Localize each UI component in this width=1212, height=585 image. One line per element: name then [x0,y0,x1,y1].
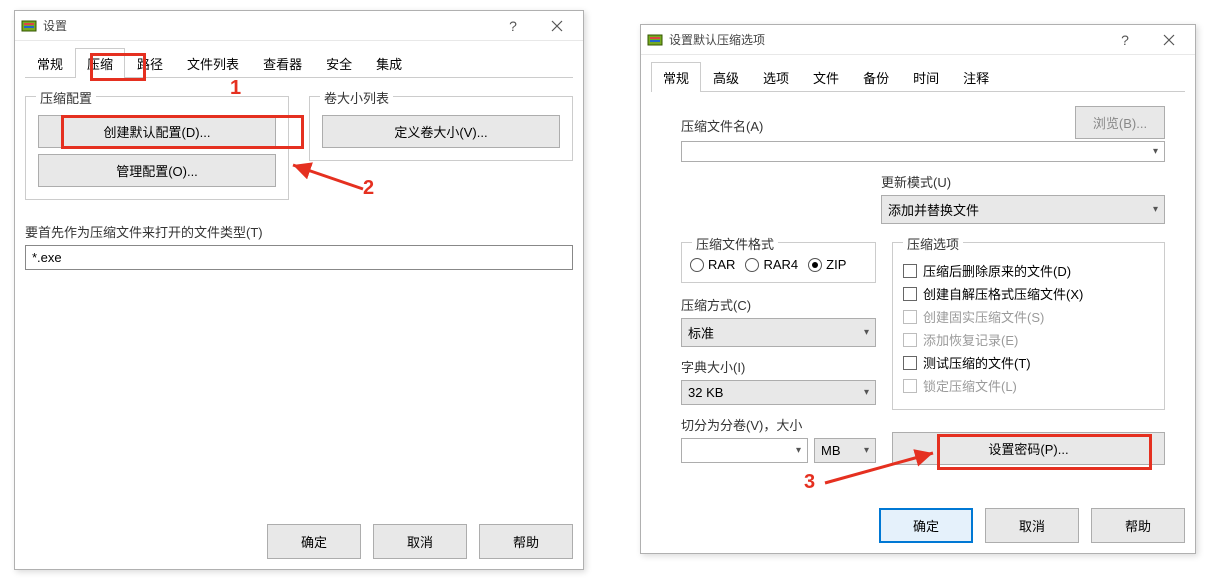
group-compress-options: 压缩选项 压缩后删除原来的文件(D) 创建自解压格式压缩文件(X) 创建固实压缩… [892,242,1165,410]
settings-tabs: 常规 压缩 路径 文件列表 查看器 安全 集成 [25,47,573,78]
split-label: 切分为分卷(V)，大小 [681,415,876,434]
tab-options[interactable]: 选项 [751,62,801,92]
dialog-footer: 确定 取消 帮助 [879,508,1185,543]
group-legend: 压缩文件格式 [692,234,778,253]
manage-profiles-button[interactable]: 管理配置(O)... [38,154,276,187]
update-mode-label: 更新模式(U) [881,172,1165,191]
help-button[interactable]: ? [1103,26,1147,54]
annotation-num-2: 2 [363,177,374,200]
dialog-title: 设置 [43,17,67,34]
chevron-down-icon: ▾ [1153,204,1158,215]
method-select[interactable]: 标准▾ [681,318,876,347]
help-button[interactable]: 帮助 [1091,508,1185,543]
radio-rar[interactable]: RAR [690,257,735,272]
group-legend: 压缩选项 [903,234,963,253]
default-compress-options-dialog: 设置默认压缩选项 ? 常规 高级 选项 文件 备份 时间 注释 压缩文件名(A)… [640,24,1196,554]
tab-comment[interactable]: 注释 [951,62,1001,92]
tab-security[interactable]: 安全 [314,48,364,78]
app-icon [647,32,663,48]
tab-integration[interactable]: 集成 [364,48,414,78]
open-types-input[interactable] [25,245,573,270]
titlebar: 设置默认压缩选项 ? [641,25,1195,55]
tab-backup[interactable]: 备份 [851,62,901,92]
tab-advanced[interactable]: 高级 [701,62,751,92]
tab-filelist[interactable]: 文件列表 [175,48,251,78]
dialog-footer: 确定 取消 帮助 [267,524,573,559]
update-mode-value: 添加并替换文件 [888,200,979,219]
tab-viewer[interactable]: 查看器 [251,48,314,78]
help-button[interactable]: 帮助 [479,524,573,559]
settings-dialog: 设置 ? 常规 压缩 路径 文件列表 查看器 安全 集成 压缩配置 创建默认配置… [14,10,584,570]
annotation-num-3: 3 [804,471,815,494]
chk-recovery: 添加恢复记录(E) [903,330,1154,349]
cancel-button[interactable]: 取消 [985,508,1079,543]
tab-files[interactable]: 文件 [801,62,851,92]
chk-solid: 创建固实压缩文件(S) [903,307,1154,326]
app-icon [21,18,37,34]
tab-general[interactable]: 常规 [651,62,701,92]
chk-test[interactable]: 测试压缩的文件(T) [903,353,1154,372]
group-archive-format: 压缩文件格式 RAR RAR4 ZIP [681,242,876,283]
chevron-down-icon: ▾ [864,387,869,398]
ok-button[interactable]: 确定 [267,524,361,559]
tab-compress[interactable]: 压缩 [75,48,125,78]
tab-path[interactable]: 路径 [125,48,175,78]
radio-rar4[interactable]: RAR4 [745,257,798,272]
define-volume-size-button[interactable]: 定义卷大小(V)... [322,115,560,148]
close-button[interactable] [535,12,579,40]
method-label: 压缩方式(C) [681,295,876,314]
options-tabs: 常规 高级 选项 文件 备份 时间 注释 [651,61,1185,92]
chevron-down-icon: ▾ [864,327,869,338]
split-size-combo[interactable]: ▾ [681,438,808,463]
titlebar: 设置 ? [15,11,583,41]
archive-name-label: 压缩文件名(A) [681,116,1067,135]
group-legend: 压缩配置 [36,88,96,107]
tab-general[interactable]: 常规 [25,48,75,78]
chevron-down-icon: ▾ [864,445,869,456]
chk-lock: 锁定压缩文件(L) [903,376,1154,395]
chevron-down-icon: ▾ [796,445,801,456]
help-button[interactable]: ? [491,12,535,40]
annotation-num-1: 1 [230,77,241,100]
group-compress-profile: 压缩配置 创建默认配置(D)... 管理配置(O)... [25,96,289,200]
set-password-button[interactable]: 设置密码(P)... [892,432,1165,465]
chevron-down-icon: ▾ [1153,146,1158,157]
open-types-label: 要首先作为压缩文件来打开的文件类型(T) [25,222,573,241]
cancel-button[interactable]: 取消 [373,524,467,559]
browse-button[interactable]: 浏览(B)... [1075,106,1165,139]
group-volume-size: 卷大小列表 定义卷大小(V)... [309,96,573,161]
dialog-title: 设置默认压缩选项 [669,31,765,48]
archive-name-combo[interactable]: ▾ [681,141,1165,162]
dict-label: 字典大小(I) [681,357,876,376]
update-mode-select[interactable]: 添加并替换文件 ▾ [881,195,1165,224]
create-default-profile-button[interactable]: 创建默认配置(D)... [38,115,276,148]
group-legend: 卷大小列表 [320,88,393,107]
dict-select[interactable]: 32 KB▾ [681,380,876,405]
chk-sfx[interactable]: 创建自解压格式压缩文件(X) [903,284,1154,303]
radio-zip[interactable]: ZIP [808,257,846,272]
ok-button[interactable]: 确定 [879,508,973,543]
chk-delete-after[interactable]: 压缩后删除原来的文件(D) [903,261,1154,280]
split-unit-select[interactable]: MB▾ [814,438,876,463]
tab-time[interactable]: 时间 [901,62,951,92]
close-button[interactable] [1147,26,1191,54]
